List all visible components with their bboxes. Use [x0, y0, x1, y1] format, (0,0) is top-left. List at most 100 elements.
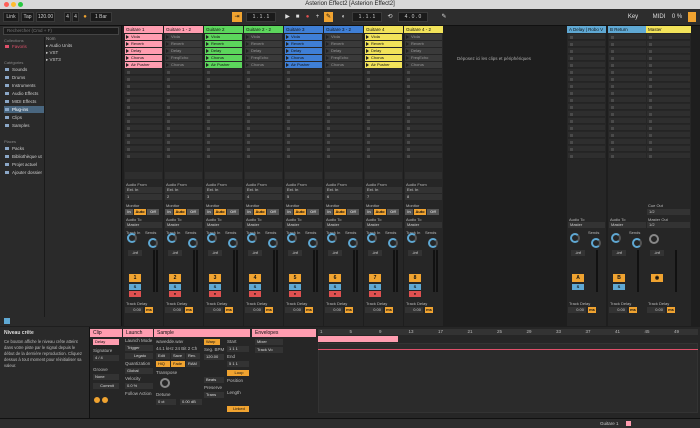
solo-button[interactable]: S [409, 284, 421, 290]
clip-section-header[interactable]: Clip [90, 329, 122, 337]
solo-button[interactable]: S [572, 284, 584, 290]
scene-launch-slot[interactable] [647, 125, 690, 131]
empty-clip-slot[interactable] [405, 83, 442, 89]
clip-stop-icon[interactable] [570, 112, 573, 116]
detune-field[interactable]: 0 ct [156, 399, 176, 405]
track-title[interactable]: Guitare 4 [364, 26, 403, 33]
scene-play-icon[interactable] [649, 112, 652, 116]
clip-stop-icon[interactable] [327, 70, 330, 74]
clip-stop-icon[interactable] [570, 84, 573, 88]
clip-stop-icon[interactable] [327, 91, 330, 95]
empty-clip-slot[interactable] [365, 104, 402, 110]
category-drums[interactable]: Drums [4, 74, 44, 81]
empty-clip-slot[interactable] [125, 97, 162, 103]
monitor-auto-button[interactable]: Auto [294, 209, 306, 215]
scene-launch-slot[interactable] [647, 153, 690, 159]
clip-stop-icon[interactable] [407, 154, 410, 158]
empty-clip-slot[interactable] [245, 146, 282, 152]
track-title[interactable]: Guitare 1 - 2 [164, 26, 203, 33]
monitor-in-button[interactable]: In [205, 209, 213, 215]
monitor-in-button[interactable]: In [325, 209, 333, 215]
clip-slot[interactable]: Reverb [325, 41, 362, 47]
empty-clip-slot[interactable] [405, 125, 442, 131]
empty-clip-slot[interactable] [285, 125, 322, 131]
scene-play-icon[interactable] [649, 56, 652, 60]
clip-stop-icon[interactable] [570, 91, 573, 95]
monitor-off-button[interactable]: Off [387, 209, 399, 215]
clip-stop-icon[interactable] [207, 140, 210, 144]
scene-launch-slot[interactable] [647, 69, 690, 75]
empty-clip-slot[interactable] [285, 76, 322, 82]
empty-clip-slot[interactable] [568, 90, 605, 96]
track-delay-field[interactable]: 0.00 [568, 307, 586, 313]
send-a-knob[interactable] [247, 233, 257, 243]
empty-clip-slot[interactable] [285, 90, 322, 96]
minimize-window-button[interactable] [11, 2, 16, 7]
category-midi-effects[interactable]: MIDI Effects [4, 98, 44, 105]
empty-clip-slot[interactable] [609, 146, 646, 152]
clip-slot[interactable]: Delay [325, 48, 362, 54]
clip-stop-icon[interactable] [407, 91, 410, 95]
browser-divider[interactable] [44, 37, 45, 317]
track-delay-field[interactable]: 0.00 [405, 307, 423, 313]
solo-button[interactable]: S [249, 284, 261, 290]
clip-stop-icon[interactable] [247, 147, 250, 151]
session-record-icon[interactable]: ◐ [340, 12, 347, 22]
clip-play-icon[interactable] [366, 63, 369, 67]
empty-clip-slot[interactable] [125, 104, 162, 110]
scene-play-icon[interactable] [649, 91, 652, 95]
clip-stop-icon[interactable] [287, 154, 290, 158]
clip-stop-icon[interactable] [367, 70, 370, 74]
empty-clip-slot[interactable] [245, 83, 282, 89]
fade-button[interactable]: Fade [171, 361, 185, 367]
edit-button[interactable]: Edit [156, 353, 170, 359]
solo-button[interactable]: S [613, 284, 625, 290]
clip-play-icon[interactable] [326, 49, 329, 53]
track-delay-unit[interactable]: ms [265, 307, 273, 313]
audio-from-channel-select[interactable]: 2 [165, 194, 202, 200]
clip-stop-icon[interactable] [611, 42, 614, 46]
empty-clip-slot[interactable] [609, 139, 646, 145]
clip-play-icon[interactable] [406, 63, 409, 67]
monitor-auto-button[interactable]: Auto [334, 209, 346, 215]
audio-to-select[interactable]: Master [245, 222, 282, 228]
clip-play-icon[interactable] [206, 49, 209, 53]
clip-stop-icon[interactable] [207, 77, 210, 81]
solo-button[interactable]: S [289, 284, 301, 290]
clip-play-icon[interactable] [126, 49, 129, 53]
clip-stop-icon[interactable] [287, 133, 290, 137]
overdub-icon[interactable]: + [314, 12, 321, 22]
track-delay-unit[interactable]: ms [345, 307, 353, 313]
scene-play-icon[interactable] [649, 84, 652, 88]
audio-to-select[interactable]: Master [365, 222, 402, 228]
empty-clip-slot[interactable] [205, 76, 242, 82]
empty-clip-slot[interactable] [125, 90, 162, 96]
clip-stop-icon[interactable] [367, 77, 370, 81]
empty-clip-slot[interactable] [205, 125, 242, 131]
clip-slot[interactable]: Reverb [365, 41, 402, 47]
track-delay-field[interactable]: 0.00 [245, 307, 263, 313]
empty-clip-slot[interactable] [285, 83, 322, 89]
envelope-line[interactable] [318, 349, 698, 350]
clip-stop-icon[interactable] [407, 84, 410, 88]
track-volume-field[interactable]: -inf [208, 250, 222, 256]
scene-play-icon[interactable] [649, 140, 652, 144]
browser-toggle-icon[interactable] [4, 318, 10, 324]
category-clips[interactable]: Clips [4, 114, 44, 121]
empty-clip-slot[interactable] [325, 111, 362, 117]
clip-play-icon[interactable] [326, 63, 329, 67]
clip-slot[interactable]: FreqEcho [165, 55, 202, 61]
empty-clip-slot[interactable] [609, 90, 646, 96]
empty-clip-slot[interactable] [165, 132, 202, 138]
track-activator-button[interactable]: 2 [169, 274, 181, 282]
monitor-off-button[interactable]: Off [147, 209, 159, 215]
scene-play-icon[interactable] [649, 49, 652, 53]
clip-slot[interactable]: FreqEcho [245, 55, 282, 61]
empty-clip-slot[interactable] [245, 132, 282, 138]
clip-play-icon[interactable] [166, 49, 169, 53]
empty-clip-slot[interactable] [609, 118, 646, 124]
audio-from-select[interactable]: Ext. In [245, 187, 282, 193]
empty-clip-slot[interactable] [165, 69, 202, 75]
monitor-off-button[interactable]: Off [267, 209, 279, 215]
empty-clip-slot[interactable] [205, 69, 242, 75]
